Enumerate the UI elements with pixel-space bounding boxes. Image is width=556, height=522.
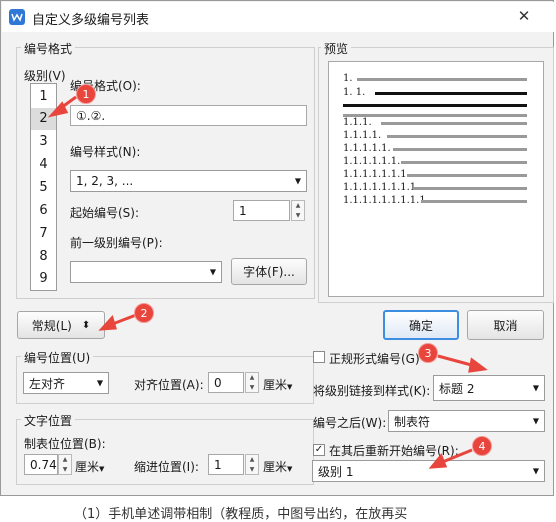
annotation-badge-3: 3 <box>418 343 438 363</box>
arrowhead-icon <box>47 101 69 118</box>
annotation-arrows <box>47 95 488 469</box>
arrowhead-icon <box>468 357 488 373</box>
annotation-badge-4: 4 <box>472 436 492 456</box>
annotation-badge-1: 1 <box>76 84 96 104</box>
annotation-badge-2: 2 <box>134 303 154 323</box>
annotation-arrow-4 <box>439 448 473 465</box>
annotation-arrow-3 <box>437 354 476 368</box>
bottom-cropped-text: （1）手机单述调带相制（教程质，中图号出约，在放再买 <box>74 507 408 522</box>
arrowhead-icon <box>428 453 448 469</box>
arrowhead-icon <box>98 315 117 331</box>
